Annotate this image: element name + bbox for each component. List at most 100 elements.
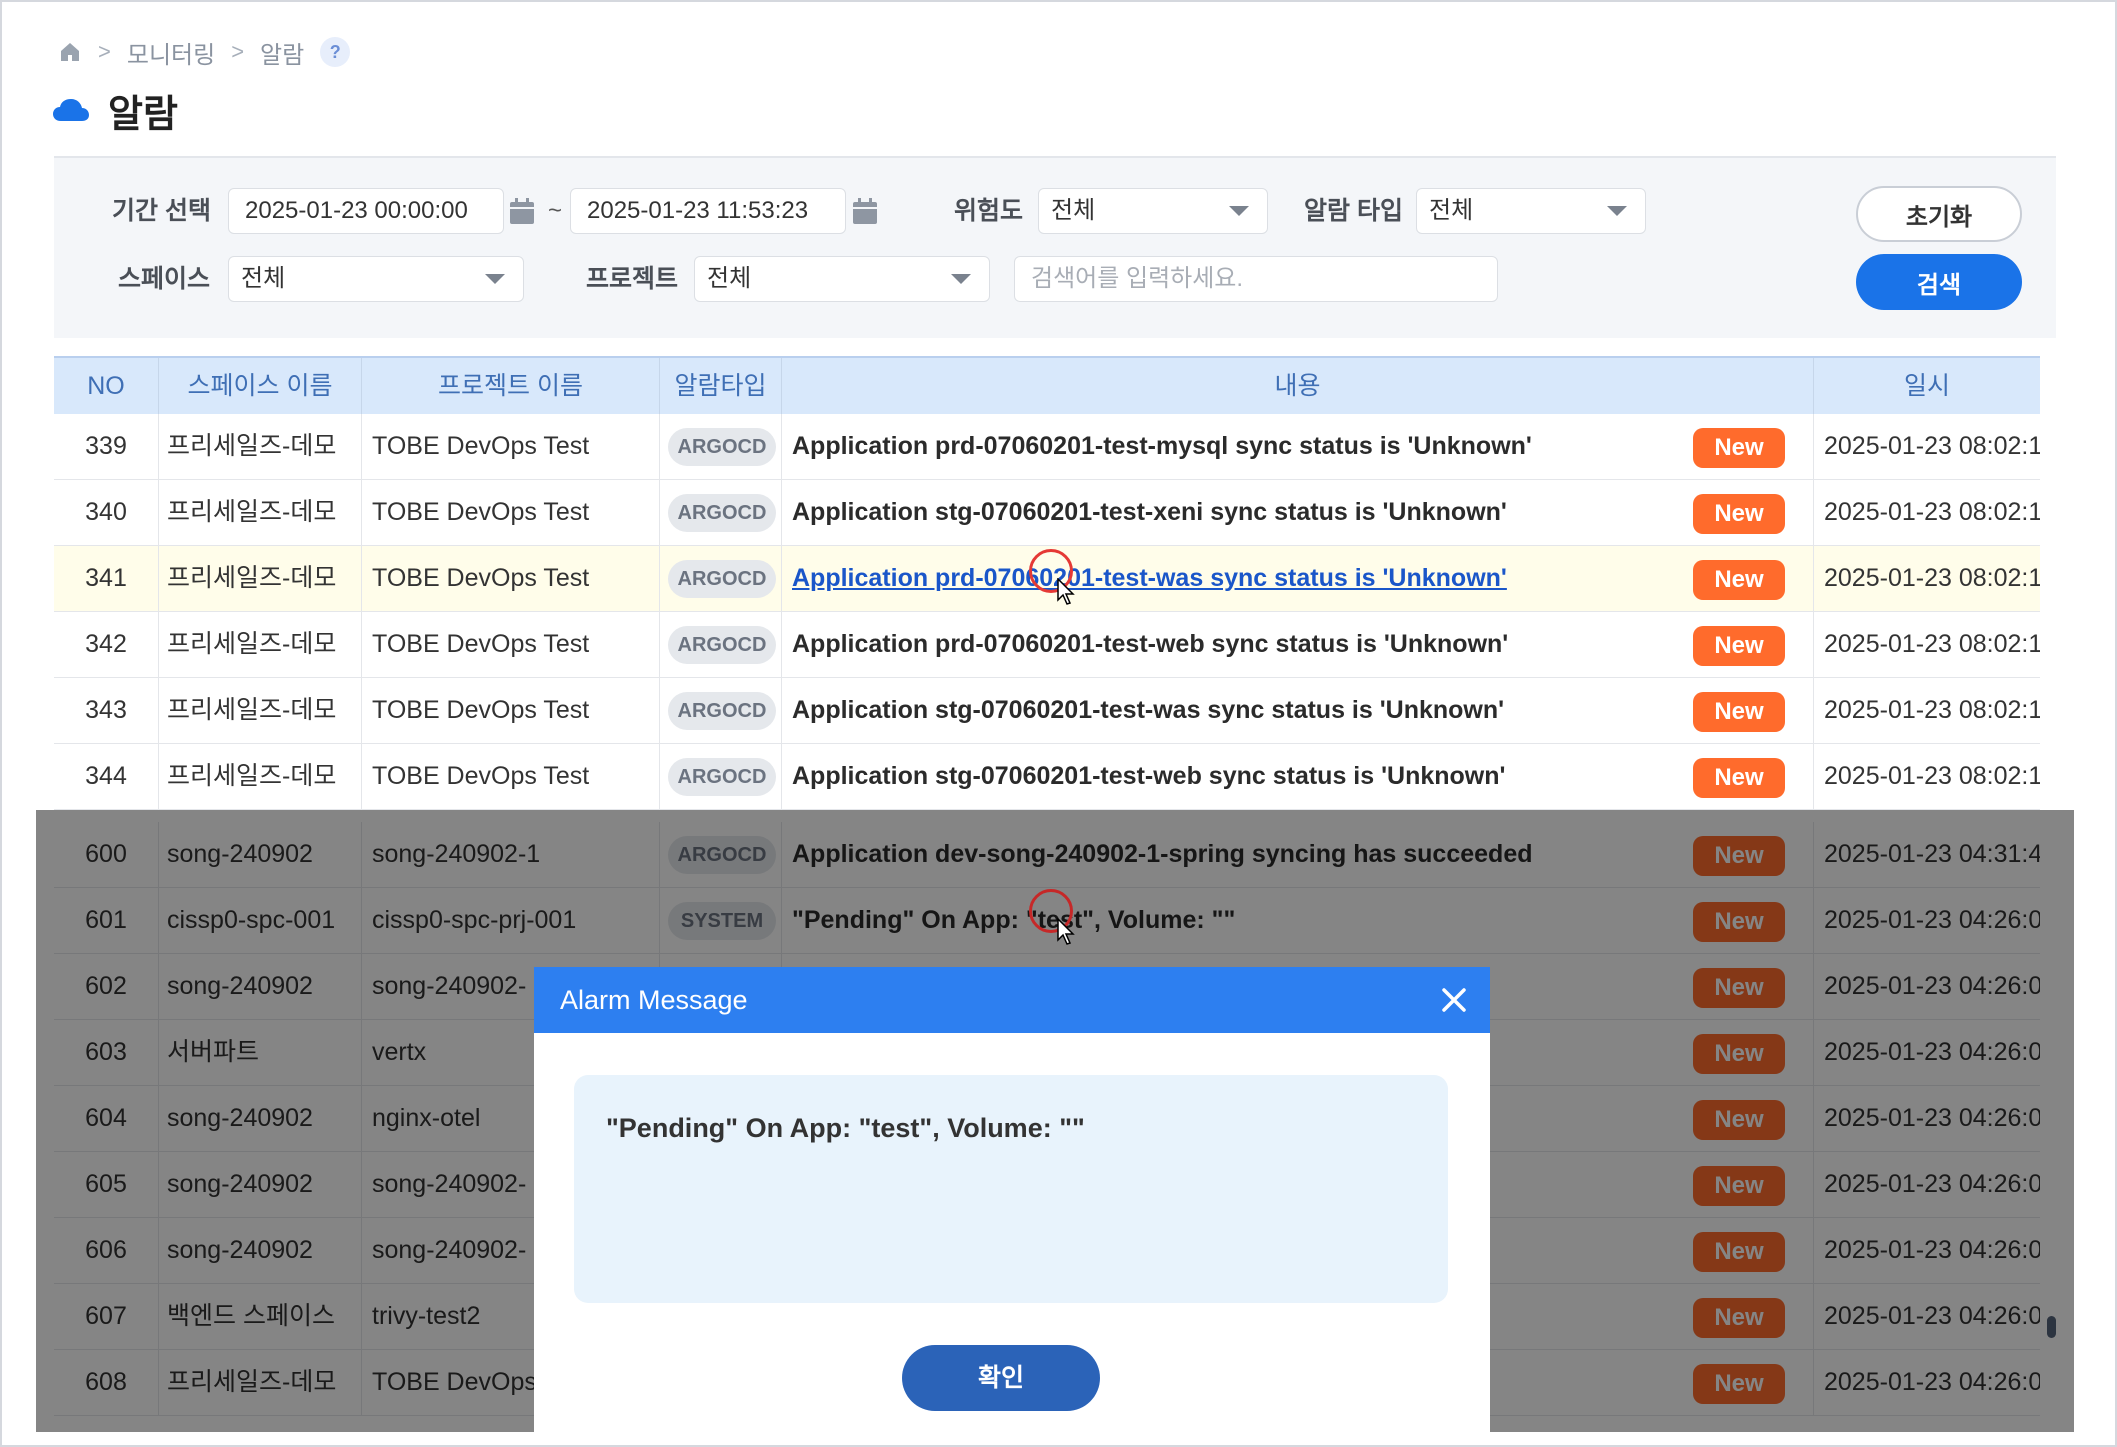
date-to-input[interactable]: 2025-01-23 11:53:23 xyxy=(570,188,846,234)
help-icon[interactable]: ? xyxy=(320,37,351,67)
alarm-type-badge: ARGOCD xyxy=(668,560,776,598)
row-date: 2025-01-23 08:02:1 xyxy=(1824,762,2040,790)
dialog-message: "Pending" On App: "test", Volume: "" xyxy=(606,1113,1085,1143)
row-date: 2025-01-23 08:02:1 xyxy=(1824,432,2040,460)
cloud-icon xyxy=(53,99,89,121)
row-content[interactable]: Application prd-07060201-test-web sync s… xyxy=(782,612,1814,677)
row-space-name: 프리세일즈-데모 xyxy=(159,678,362,743)
row-content[interactable]: Application stg-07060201-test-was sync s… xyxy=(782,678,1814,743)
scrollbar-thumb[interactable] xyxy=(2047,1316,2056,1338)
row-project-name: TOBE DevOps Test xyxy=(362,546,660,611)
space-value: 전체 xyxy=(241,265,286,292)
alarm-message-link[interactable]: Application prd-07060201-test-mysql sync… xyxy=(792,432,1532,460)
home-icon[interactable] xyxy=(58,40,82,64)
project-select[interactable]: 전체 xyxy=(694,256,990,302)
breadcrumb-separator: > xyxy=(98,39,111,64)
table-row[interactable]: 343 프리세일즈-데모 TOBE DevOps Test ARGOCD Applica… xyxy=(54,678,2040,744)
alarm-type-badge: ARGOCD xyxy=(668,428,776,466)
reset-button[interactable]: 초기화 xyxy=(1856,186,2022,242)
row-alarm-type: ARGOCD xyxy=(660,414,782,479)
close-icon[interactable] xyxy=(1436,982,1472,1018)
alarm-message-link[interactable]: Application stg-07060201-test-web sync s… xyxy=(792,762,1505,790)
row-date: 2025-01-23 08:02:1 xyxy=(1824,696,2040,724)
new-badge: New xyxy=(1693,494,1785,534)
period-label: 기간 선택 xyxy=(112,197,211,225)
breadcrumb-item-alarm[interactable]: 알람 xyxy=(260,35,304,70)
header-space: 스페이스 이름 xyxy=(159,358,362,414)
row-no: 344 xyxy=(54,744,159,809)
header-project: 프로젝트 이름 xyxy=(362,358,660,414)
alarm-message-link[interactable]: Application stg-07060201-test-xeni sync … xyxy=(792,498,1507,526)
row-no: 343 xyxy=(54,678,159,743)
alarm-type-select[interactable]: 전체 xyxy=(1416,188,1646,234)
table-row[interactable]: 344 프리세일즈-데모 TOBE DevOps Test ARGOCD Applica… xyxy=(54,744,2040,810)
caret-down-icon xyxy=(1607,206,1627,216)
row-content[interactable]: Application stg-07060201-test-web sync s… xyxy=(782,744,1814,809)
calendar-icon[interactable] xyxy=(852,197,878,225)
row-no: 342 xyxy=(54,612,159,677)
row-content[interactable]: Application prd-07060201-test-mysql sync… xyxy=(782,414,1814,479)
row-no: 339 xyxy=(54,414,159,479)
row-project-name: TOBE DevOps Test xyxy=(362,612,660,677)
row-project-name: TOBE DevOps Test xyxy=(362,414,660,479)
page-title: 알람 xyxy=(52,82,178,138)
project-value: 전체 xyxy=(707,265,752,292)
row-alarm-type: ARGOCD xyxy=(660,546,782,611)
row-alarm-type: ARGOCD xyxy=(660,612,782,677)
row-space-name: 프리세일즈-데모 xyxy=(159,744,362,809)
breadcrumb: > 모니터링 > 알람 ? xyxy=(58,34,351,70)
row-no: 341 xyxy=(54,546,159,611)
search-input[interactable]: 검색어를 입력하세요. xyxy=(1014,256,1498,302)
alarm-message-link[interactable]: Application stg-07060201-test-was sync s… xyxy=(792,696,1504,724)
page-title-text: 알람 xyxy=(108,93,178,136)
severity-select[interactable]: 전체 xyxy=(1038,188,1268,234)
caret-down-icon xyxy=(1229,206,1249,216)
row-content[interactable]: Application stg-07060201-test-xeni sync … xyxy=(782,480,1814,545)
breadcrumb-item-monitoring[interactable]: 모니터링 xyxy=(127,35,215,70)
new-badge: New xyxy=(1693,758,1785,798)
mouse-cursor-icon xyxy=(1057,918,1075,945)
table-row[interactable]: 339 프리세일즈-데모 TOBE DevOps Test ARGOCD Applica… xyxy=(54,414,2040,480)
alarm-type-badge: ARGOCD xyxy=(668,494,776,532)
alarm-type-badge: ARGOCD xyxy=(668,626,776,664)
row-project-name: TOBE DevOps Test xyxy=(362,480,660,545)
date-from-input[interactable]: 2025-01-23 00:00:00 xyxy=(228,188,504,234)
row-project-name: TOBE DevOps Test xyxy=(362,678,660,743)
confirm-button[interactable]: 확인 xyxy=(902,1345,1100,1411)
caret-down-icon xyxy=(485,274,505,284)
calendar-icon[interactable] xyxy=(509,197,535,225)
alarm-type-badge: ARGOCD xyxy=(668,758,776,796)
table-row[interactable]: 342 프리세일즈-데모 TOBE DevOps Test ARGOCD Applica… xyxy=(54,612,2040,678)
search-button[interactable]: 검색 xyxy=(1856,254,2022,310)
row-alarm-type: ARGOCD xyxy=(660,678,782,743)
new-badge: New xyxy=(1693,692,1785,732)
alarm-message-dialog: Alarm Message "Pending" On App: "test", … xyxy=(534,967,1490,1432)
row-date: 2025-01-23 08:02:1 xyxy=(1824,498,2040,526)
severity-value: 전체 xyxy=(1051,197,1096,224)
header-no: NO xyxy=(54,358,159,414)
space-select[interactable]: 전체 xyxy=(228,256,524,302)
row-date: 2025-01-23 08:02:1 xyxy=(1824,564,2040,592)
caret-down-icon xyxy=(951,274,971,284)
row-space-name: 프리세일즈-데모 xyxy=(159,480,362,545)
row-space-name: 프리세일즈-데모 xyxy=(159,612,362,677)
alarm-message-link[interactable]: Application prd-07060201-test-was sync s… xyxy=(792,564,1507,592)
header-content: 내용 xyxy=(782,358,1814,414)
new-badge: New xyxy=(1693,428,1785,468)
project-label: 프로젝트 xyxy=(586,265,679,293)
mouse-cursor-icon xyxy=(1057,578,1075,605)
dialog-message-box: "Pending" On App: "test", Volume: "" xyxy=(574,1075,1448,1303)
table-row[interactable]: 340 프리세일즈-데모 TOBE DevOps Test ARGOCD Applica… xyxy=(54,480,2040,546)
row-space-name: 프리세일즈-데모 xyxy=(159,414,362,479)
new-badge: New xyxy=(1693,560,1785,600)
alarm-message-link[interactable]: Application prd-07060201-test-web sync s… xyxy=(792,630,1508,658)
header-date: 일시 xyxy=(1903,372,1950,400)
table-header: NO 스페이스 이름 프로젝트 이름 알람타입 내용 일시 xyxy=(54,356,2040,414)
row-no: 340 xyxy=(54,480,159,545)
row-content[interactable]: Application prd-07060201-test-was sync s… xyxy=(782,546,1814,611)
dialog-header: Alarm Message xyxy=(534,967,1490,1033)
dialog-title: Alarm Message xyxy=(560,985,748,1015)
header-type: 알람타입 xyxy=(660,358,782,414)
alarm-type-badge: ARGOCD xyxy=(668,692,776,730)
row-project-name: TOBE DevOps Test xyxy=(362,744,660,809)
